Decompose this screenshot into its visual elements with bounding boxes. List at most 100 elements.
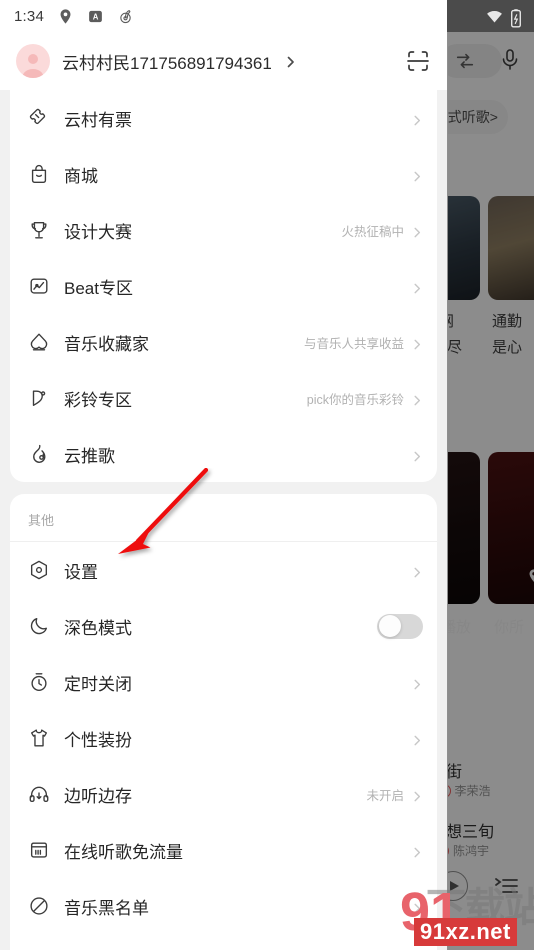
- menu-item-free-data[interactable]: 在线听歌免流量: [10, 822, 437, 878]
- vip-badge: VIP: [448, 783, 451, 798]
- chevron-right-icon: [412, 565, 423, 577]
- chevron-right-icon: [412, 449, 423, 461]
- menu-item-label: Beat专区: [64, 278, 133, 298]
- headphones-download-icon: [28, 783, 50, 805]
- menu-item-personalization[interactable]: 个性装扮: [10, 710, 437, 766]
- promote-song-icon: [28, 443, 50, 465]
- chevron-right-icon: [412, 281, 423, 293]
- background-caption: 通勤: [492, 313, 523, 330]
- menu-item-note: pick你的音乐彩铃: [306, 392, 404, 407]
- menu-item-label: 音乐黑名单: [64, 898, 149, 918]
- background-card-caption: 你所: [494, 619, 525, 636]
- ringtone-icon: [28, 387, 50, 409]
- timer-icon: [28, 671, 50, 693]
- menu-item-label: 云推歌: [64, 446, 115, 466]
- shopping-bag-icon: [28, 163, 50, 185]
- background-song-title: 理想三旬: [448, 824, 495, 841]
- chevron-right-icon: [412, 901, 423, 913]
- menu-item-teen-mode[interactable]: 青少年模式 未开启: [10, 934, 437, 950]
- menu-item-music-collector[interactable]: 音乐收藏家 与音乐人共享收益: [10, 314, 437, 370]
- background-right-strip: 方式听歌> 全网 打尽 通勤 是心 心: [448, 0, 534, 950]
- menu-item-label: 彩铃专区: [64, 390, 132, 410]
- location-pin-icon: [526, 568, 534, 588]
- ban-icon: [28, 895, 50, 917]
- menu-item-music-blacklist[interactable]: 音乐黑名单: [10, 878, 437, 934]
- status-bar: 1:34 A: [0, 0, 447, 32]
- menu-item-design-contest[interactable]: 设计大赛 火热征稿中: [10, 202, 437, 258]
- menu-item-label: 定时关闭: [64, 674, 132, 694]
- trophy-icon: [28, 219, 50, 241]
- chevron-right-icon: [412, 733, 423, 745]
- background-card-caption: 心播放: [448, 619, 472, 636]
- avatar[interactable]: [16, 44, 50, 78]
- chevron-right-icon: [412, 225, 423, 237]
- location-pin-icon: [57, 8, 74, 25]
- moon-icon: [28, 615, 50, 637]
- menu-item-listen-and-save[interactable]: 边听边存 未开启: [10, 766, 437, 822]
- menu-item-label: 深色模式: [64, 618, 132, 638]
- data-card-icon: [28, 839, 50, 861]
- background-caption: 全网: [448, 312, 454, 331]
- menu-item-label: 商城: [64, 166, 98, 186]
- menu-item-note: 未开启: [366, 788, 404, 803]
- menu-item-note: 与音乐人共享收益: [303, 336, 404, 351]
- wifi-icon: [486, 8, 503, 25]
- menu-item-label: 云村有票: [64, 110, 132, 130]
- menu-item-beat-zone[interactable]: Beat专区: [10, 258, 437, 314]
- chevron-right-icon: [412, 113, 423, 125]
- collector-icon: [28, 331, 50, 353]
- menu-item-label: 音乐收藏家: [64, 334, 149, 354]
- battery-charging-icon: [510, 8, 522, 28]
- side-drawer: 1:34 A 云村村民171756891794361 云村有票 商城 设计大赛 …: [0, 0, 447, 950]
- chevron-right-icon: [412, 337, 423, 349]
- scan-icon[interactable]: [403, 46, 433, 76]
- menu-item-label: 边听边存: [64, 786, 132, 806]
- background-song-title: 老街: [448, 764, 463, 781]
- chevron-right-icon: [412, 169, 423, 181]
- tshirt-icon: [28, 727, 50, 749]
- menu-item-label: 在线听歌免流量: [64, 842, 183, 862]
- app-badge-icon: A: [87, 8, 104, 25]
- username[interactable]: 云村村民171756891794361: [62, 49, 272, 74]
- menu-card-1: 云村有票 商城 设计大赛 火热征稿中 Beat专区 音乐收藏家 与音乐人共享收益…: [10, 90, 437, 482]
- section-label-other: 其他: [10, 494, 437, 542]
- menu-item-label: 设计大赛: [64, 222, 132, 242]
- menu-item-promote-song[interactable]: 云推歌: [10, 426, 437, 482]
- menu-item-sleep-timer[interactable]: 定时关闭: [10, 654, 437, 710]
- background-listen-pill: 方式听歌>: [448, 100, 508, 134]
- chevron-right-icon: [412, 789, 423, 801]
- beat-chart-icon: [28, 275, 50, 297]
- microphone-icon: [498, 48, 522, 74]
- drawer-header: 云村村民171756891794361: [0, 32, 447, 90]
- background-caption: 打尽: [448, 339, 463, 356]
- drawer-scroll-area[interactable]: 云村有票 商城 设计大赛 火热征稿中 Beat专区 音乐收藏家 与音乐人共享收益…: [0, 90, 447, 950]
- status-bar-time: 1:34: [14, 7, 44, 25]
- playlist-queue-icon: [494, 876, 520, 896]
- menu-item-settings[interactable]: 设置: [10, 542, 437, 598]
- refresh-icon: [454, 50, 476, 72]
- chevron-right-icon: [412, 845, 423, 857]
- menu-card-2: 其他 设置 深色模式 定时关闭 个性装扮 边听边存 未开启 在线听歌免流量 音乐…: [10, 494, 437, 950]
- background-caption: 是心: [492, 339, 523, 356]
- toggle-knob: [378, 615, 401, 637]
- background-song-artist: VIP 李荣浩: [448, 782, 491, 799]
- menu-item-ringtone-zone[interactable]: 彩铃专区 pick你的音乐彩铃: [10, 370, 437, 426]
- ticket-icon: [28, 107, 50, 129]
- menu-item-label: 个性装扮: [64, 730, 132, 750]
- dark-mode-toggle[interactable]: [377, 613, 423, 639]
- settings-gear-icon: [28, 559, 50, 581]
- menu-item-label: 设置: [64, 562, 98, 582]
- background-card: [448, 452, 480, 604]
- menu-item-yuncun-tickets[interactable]: 云村有票: [10, 90, 437, 146]
- menu-item-note: 火热征稿中: [341, 224, 404, 239]
- background-status-bar: [447, 0, 534, 32]
- menu-item-dark-mode[interactable]: 深色模式: [10, 598, 437, 654]
- background-song-artist: SQ 陈鸿宇: [448, 842, 489, 859]
- sq-badge: SQ: [448, 843, 450, 858]
- background-play-bar: [448, 866, 534, 906]
- menu-item-store[interactable]: 商城: [10, 146, 437, 202]
- background-card: [448, 196, 480, 300]
- phone-screen: 方式听歌> 全网 打尽 通勤 是心 心: [0, 0, 534, 950]
- netease-music-icon: [117, 8, 134, 25]
- chevron-right-icon: [412, 393, 423, 405]
